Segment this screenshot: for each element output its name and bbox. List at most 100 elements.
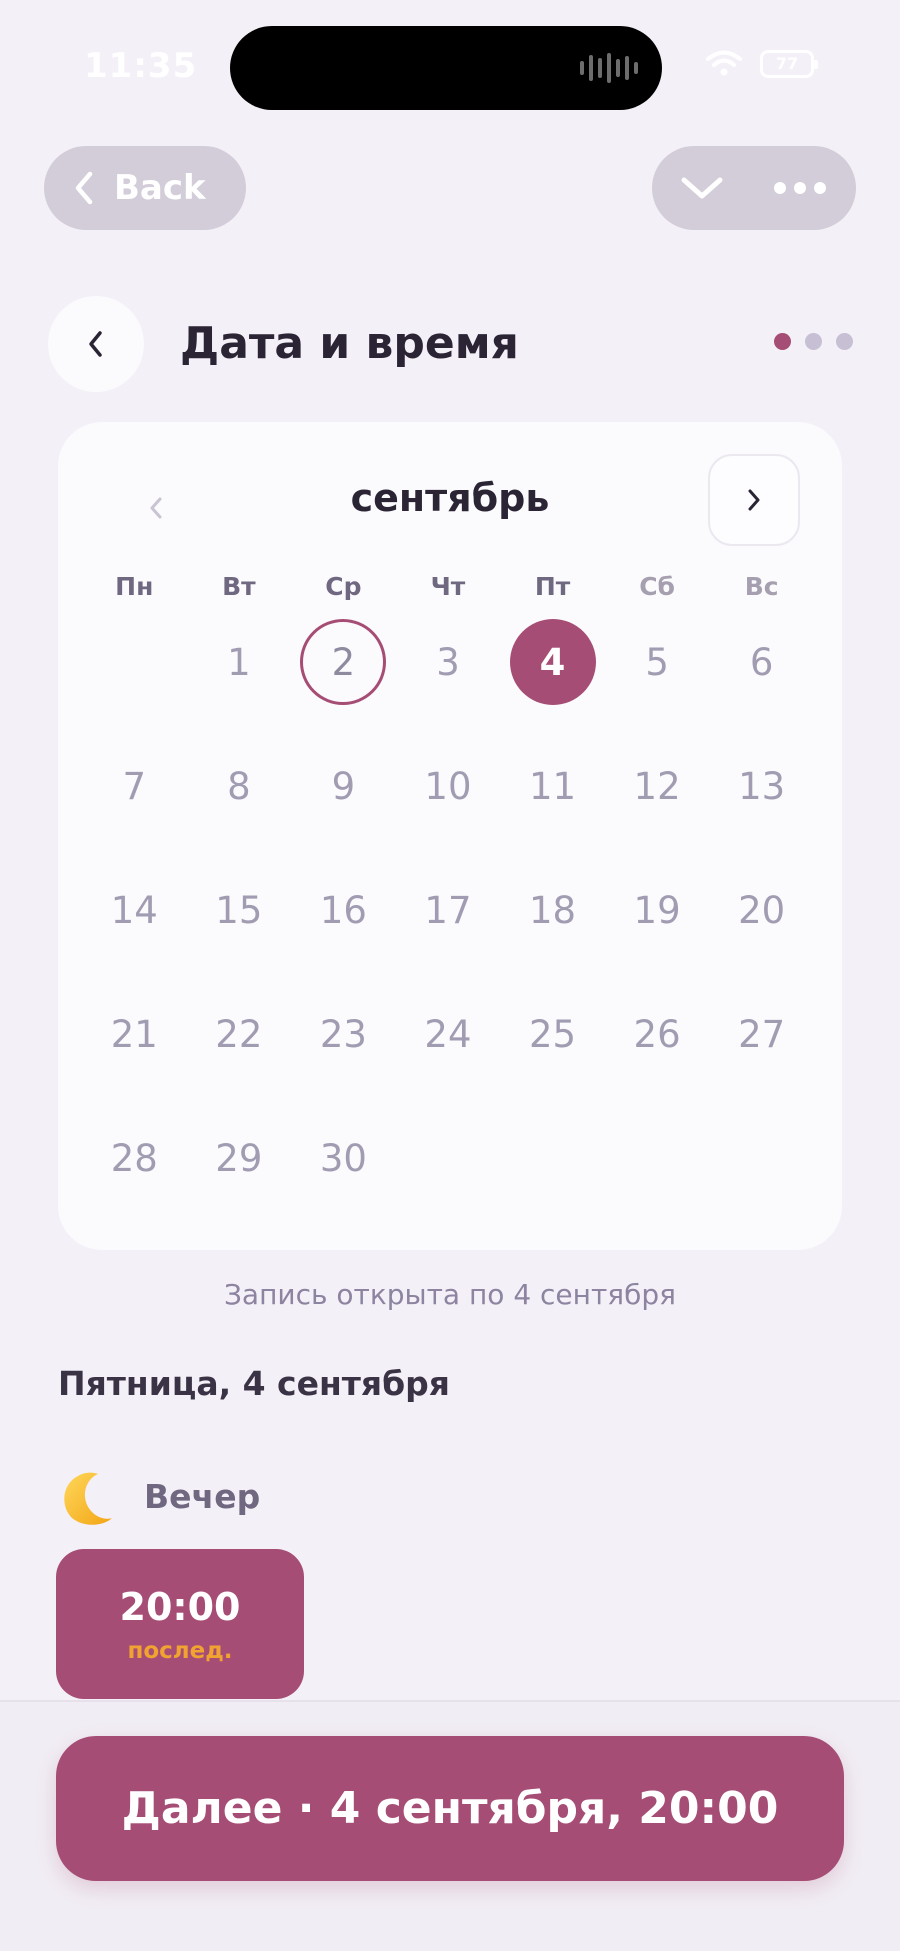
booking-note: Запись открыта по 4 сентября — [223, 1278, 677, 1311]
calendar-day-cell[interactable]: 13 — [709, 741, 814, 865]
calendar-day-cell[interactable]: 23 — [291, 989, 396, 1113]
calendar-grid: 1 2 3 4 5 6 7 8 9 10 11 12 13 14 15 16 17 18 19 20 21 22 23 24 2… — [82, 617, 814, 1237]
calendar-day-cell[interactable]: 18 — [500, 865, 605, 989]
weekday-label: Пн — [115, 572, 154, 601]
calendar-day[interactable]: 29 — [196, 1115, 282, 1201]
calendar-day-cell[interactable]: 3 — [396, 617, 501, 741]
calendar-day-cell[interactable]: 26 — [605, 989, 710, 1113]
calendar-week-row: 7 8 9 10 11 12 13 — [82, 741, 814, 865]
time-slot-button[interactable]: 20:00 послед. — [56, 1549, 304, 1699]
calendar-day[interactable]: 7 — [91, 743, 177, 829]
calendar-day[interactable]: 21 — [91, 991, 177, 1077]
calendar-day-cell[interactable]: 8 — [187, 741, 292, 865]
calendar-day-cell[interactable]: 6 — [709, 617, 814, 741]
calendar-day[interactable]: 19 — [614, 867, 700, 953]
calendar-day-cell[interactable]: 30 — [291, 1113, 396, 1237]
calendar-day-cell[interactable]: 24 — [396, 989, 501, 1113]
calendar-day-cell[interactable]: 7 — [82, 741, 187, 865]
weekday-header: Пн Вт Ср Чт Пт Сб Вс — [82, 572, 814, 601]
calendar-week-row: 21 22 23 24 25 26 27 — [82, 989, 814, 1113]
dynamic-island — [230, 26, 662, 110]
calendar-day-cell[interactable]: 19 — [605, 865, 710, 989]
calendar-day-cell[interactable]: 2 — [291, 617, 396, 741]
calendar-empty-cell — [709, 1113, 814, 1237]
calendar-day[interactable]: 14 — [91, 867, 177, 953]
calendar-day-cell[interactable]: 27 — [709, 989, 814, 1113]
wifi-icon — [706, 50, 742, 76]
calendar-empty-cell — [82, 617, 187, 741]
calendar-day[interactable]: 24 — [405, 991, 491, 1077]
time-slot-tag: послед. — [127, 1638, 233, 1664]
calendar-day[interactable]: 20 — [719, 867, 805, 953]
calendar-day[interactable]: 25 — [510, 991, 596, 1077]
calendar-day[interactable]: 28 — [91, 1115, 177, 1201]
calendar-week-row: 28 29 30 — [82, 1113, 814, 1237]
page-title: Дата и время — [180, 318, 519, 369]
calendar-day[interactable]: 26 — [614, 991, 700, 1077]
calendar-day-cell[interactable]: 5 — [605, 617, 710, 741]
chevron-left-icon — [89, 331, 102, 357]
calendar-day-cell[interactable]: 25 — [500, 989, 605, 1113]
calendar-day[interactable]: 27 — [719, 991, 805, 1077]
selected-day-heading: Пятница, 4 сентября — [58, 1364, 450, 1403]
calendar-day[interactable]: 11 — [510, 743, 596, 829]
calendar-day-cell[interactable]: 14 — [82, 865, 187, 989]
calendar-day-cell[interactable]: 12 — [605, 741, 710, 865]
calendar-week-row: 14 15 16 17 18 19 20 — [82, 865, 814, 989]
calendar-day-cell[interactable]: 22 — [187, 989, 292, 1113]
calendar-day[interactable]: 15 — [196, 867, 282, 953]
calendar-day[interactable]: 22 — [196, 991, 282, 1077]
calendar-day-cell[interactable]: 11 — [500, 741, 605, 865]
calendar-day-cell[interactable]: 10 — [396, 741, 501, 865]
audio-wave-icon — [580, 52, 638, 84]
calendar-day[interactable]: 18 — [510, 867, 596, 953]
calendar-day-cell[interactable]: 28 — [82, 1113, 187, 1237]
calendar-day[interactable]: 5 — [614, 619, 700, 705]
calendar-day[interactable]: 8 — [196, 743, 282, 829]
step-indicator — [774, 333, 853, 350]
chevron-right-icon — [748, 489, 760, 511]
calendar-empty-cell — [500, 1113, 605, 1237]
calendar-day-cell[interactable]: 21 — [82, 989, 187, 1113]
calendar-day-selected[interactable]: 4 — [509, 619, 596, 705]
calendar-day-cell[interactable]: 16 — [291, 865, 396, 989]
weekday-label: Пт — [534, 572, 571, 601]
calendar-day-cell[interactable]: 29 — [187, 1113, 292, 1237]
calendar-day-cell[interactable]: 1 — [187, 617, 292, 741]
calendar-day[interactable]: 16 — [300, 867, 386, 953]
calendar-day-cell[interactable]: 17 — [396, 865, 501, 989]
calendar-day[interactable]: 30 — [300, 1115, 386, 1201]
calendar-day[interactable]: 12 — [614, 743, 700, 829]
calendar-day-cell[interactable]: 20 — [709, 865, 814, 989]
calendar-day[interactable]: 3 — [405, 619, 491, 705]
calendar-day-cell[interactable]: 15 — [187, 865, 292, 989]
battery-level: 77 — [775, 54, 799, 73]
chevron-left-icon — [75, 171, 93, 205]
calendar-day[interactable]: 10 — [405, 743, 491, 829]
next-button[interactable]: Далее · 4 сентября, 20:00 — [56, 1736, 844, 1881]
step-dot-active — [774, 333, 791, 350]
chevron-down-icon[interactable] — [680, 174, 724, 202]
weekday-label: Ср — [325, 572, 362, 601]
calendar-day-today[interactable]: 2 — [300, 619, 387, 705]
calendar-day[interactable]: 9 — [300, 743, 386, 829]
next-month-button[interactable] — [708, 454, 800, 546]
more-icon[interactable] — [774, 182, 826, 194]
weekday-label: Сб — [639, 572, 675, 601]
back-button[interactable]: Back — [44, 146, 246, 230]
step-back-button[interactable] — [48, 296, 144, 392]
back-button-label: Back — [114, 168, 206, 208]
calendar-day-cell[interactable]: 9 — [291, 741, 396, 865]
calendar-day-cell[interactable]: 4 — [500, 617, 605, 741]
calendar-day[interactable]: 23 — [300, 991, 386, 1077]
calendar-day[interactable]: 1 — [196, 619, 282, 705]
calendar-day[interactable]: 13 — [719, 743, 805, 829]
calendar-day[interactable]: 6 — [719, 619, 805, 705]
crescent-moon-icon — [64, 1472, 112, 1525]
weekday-label: Чт — [430, 572, 466, 601]
time-slot-time: 20:00 — [119, 1585, 241, 1629]
weekday-label: Вс — [744, 572, 779, 601]
step-dot — [805, 333, 822, 350]
period-label: Вечер — [144, 1477, 261, 1516]
calendar-day[interactable]: 17 — [405, 867, 491, 953]
